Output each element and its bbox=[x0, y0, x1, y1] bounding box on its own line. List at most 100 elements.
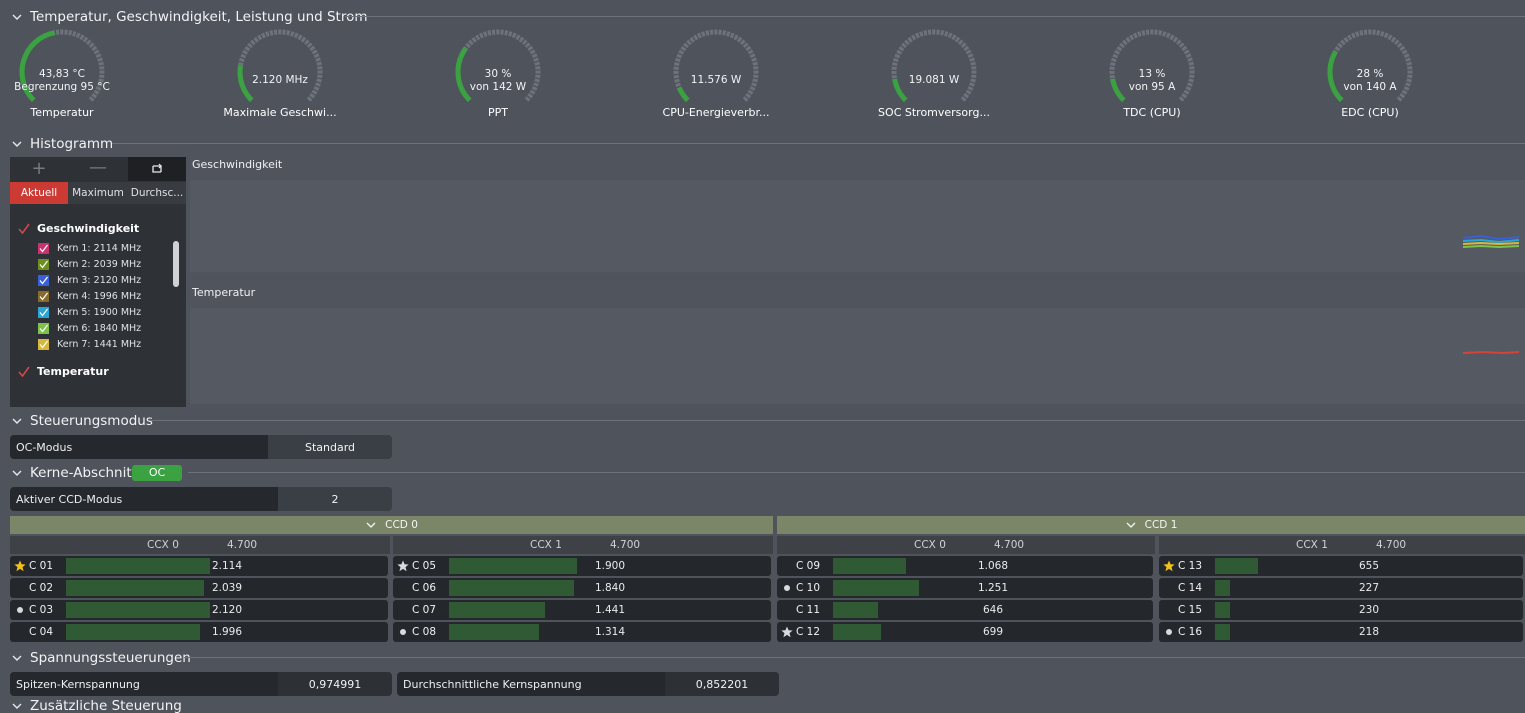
section-title: Zusätzliche Steuerung bbox=[30, 699, 182, 713]
section-title: Histogramm bbox=[30, 136, 114, 152]
core-marker-placeholder bbox=[1163, 604, 1175, 616]
gauge: 2.120 MHz Maximale Geschwi... bbox=[200, 28, 360, 128]
legend-item[interactable]: Kern 3: 2120 MHz bbox=[38, 273, 141, 288]
legend-item[interactable]: Kern 4: 1996 MHz bbox=[38, 289, 141, 304]
core-frequency-value: 2.120 bbox=[211, 604, 243, 616]
legend-item[interactable]: Kern 1: 2114 MHz bbox=[38, 241, 141, 256]
core-row[interactable]: C 09 1.068 bbox=[777, 556, 1153, 576]
oc-mode-value[interactable]: Standard bbox=[268, 435, 392, 459]
ccx-max-frequency: 4.700 bbox=[227, 539, 258, 551]
zoom-out-button[interactable]: — bbox=[68, 157, 128, 181]
core-row[interactable]: C 07 1.441 bbox=[393, 600, 771, 620]
section-header-cores[interactable]: Kerne-Abschnitt bbox=[10, 463, 137, 483]
core-marker-placeholder bbox=[397, 604, 409, 616]
section-header-extra[interactable]: Zusätzliche Steuerung bbox=[10, 699, 182, 713]
core-row[interactable]: C 14 227 bbox=[1159, 578, 1523, 598]
core-row[interactable]: C 01 2.114 bbox=[10, 556, 388, 576]
core-row[interactable]: C 02 2.039 bbox=[10, 578, 388, 598]
tab-average[interactable]: Durchsc... bbox=[128, 182, 186, 204]
legend-item[interactable]: Kern 7: 1441 MHz bbox=[38, 337, 141, 352]
core-row[interactable]: C 08 1.314 bbox=[393, 622, 771, 642]
legend-group-temperature[interactable]: Temperatur bbox=[18, 364, 109, 379]
gauge-value-line2: von 140 A bbox=[1343, 81, 1397, 93]
checkbox-checked-icon[interactable] bbox=[38, 243, 49, 254]
core-name: C 06 bbox=[393, 578, 437, 598]
core-label: C 12 bbox=[796, 626, 821, 638]
core-row[interactable]: C 12 699 bbox=[777, 622, 1153, 642]
core-row[interactable]: C 16 218 bbox=[1159, 622, 1523, 642]
core-label: C 11 bbox=[796, 604, 821, 616]
gauge: 28 % von 140 A EDC (CPU) bbox=[1290, 28, 1450, 128]
section-header-histogram[interactable]: Histogramm bbox=[10, 134, 113, 154]
ccd-1-header[interactable]: CCD 1 bbox=[777, 516, 1525, 534]
reset-zoom-button[interactable] bbox=[128, 157, 186, 181]
core-row[interactable]: C 10 1.251 bbox=[777, 578, 1153, 598]
gauge-label: TDC (CPU) bbox=[1123, 106, 1181, 119]
oc-mode-select[interactable]: OC-Modus Standard bbox=[10, 435, 392, 459]
core-row[interactable]: C 04 1.996 bbox=[10, 622, 388, 642]
core-frequency-value: 655 bbox=[1358, 560, 1380, 572]
core-name: C 16 bbox=[1159, 622, 1203, 642]
legend-item-label: Kern 6: 1840 MHz bbox=[57, 323, 142, 334]
chevron-down-icon bbox=[10, 466, 24, 480]
checkbox-checked-icon[interactable] bbox=[18, 223, 30, 235]
ccx-max-frequency: 4.700 bbox=[1376, 539, 1407, 551]
tab-current[interactable]: Aktuell bbox=[10, 182, 68, 204]
ccd-mode-field[interactable]: Aktiver CCD-Modus 2 bbox=[10, 487, 392, 511]
gauge: 13 % von 95 A TDC (CPU) bbox=[1072, 28, 1232, 128]
chart-plot-area bbox=[190, 308, 1525, 404]
legend-item-label: Kern 3: 2120 MHz bbox=[57, 275, 142, 286]
legend-item-label: Kern 4: 1996 MHz bbox=[57, 291, 142, 302]
core-label: C 08 bbox=[412, 626, 437, 638]
checkbox-checked-icon[interactable] bbox=[38, 307, 49, 318]
section-header-temperature[interactable]: Temperatur, Geschwindigkeit, Leistung un… bbox=[10, 7, 368, 27]
checkbox-checked-icon[interactable] bbox=[38, 259, 49, 270]
core-label: C 03 bbox=[29, 604, 54, 616]
section-header-control-mode[interactable]: Steuerungsmodus bbox=[10, 411, 153, 431]
legend-item[interactable]: Kern 6: 1840 MHz bbox=[38, 321, 141, 336]
gauge-value-line2: von 95 A bbox=[1128, 81, 1176, 93]
checkbox-checked-icon[interactable] bbox=[38, 323, 49, 334]
core-frequency-value: 1.314 bbox=[594, 626, 626, 638]
section-title: Kerne-Abschnitt bbox=[30, 465, 137, 481]
avg-core-voltage-field: Durchschnittliche Kernspannung 0,852201 bbox=[397, 672, 779, 696]
core-marker-placeholder bbox=[1163, 582, 1175, 594]
core-row[interactable]: C 13 655 bbox=[1159, 556, 1523, 576]
oc-mode-label: OC-Modus bbox=[10, 435, 268, 459]
ccx-max-frequency: 4.700 bbox=[994, 539, 1025, 551]
gauge-track bbox=[237, 29, 323, 103]
zoom-in-button[interactable]: + bbox=[10, 157, 68, 181]
core-frequency-value: 1.441 bbox=[594, 604, 626, 616]
gauge-value-line1: 13 % bbox=[1138, 68, 1166, 80]
core-label: C 09 bbox=[796, 560, 821, 572]
chevron-down-icon bbox=[10, 137, 24, 151]
core-row[interactable]: C 06 1.840 bbox=[393, 578, 771, 598]
section-header-voltage[interactable]: Spannungssteuerungen bbox=[10, 648, 191, 668]
legend-item[interactable]: Kern 5: 1900 MHz bbox=[38, 305, 141, 320]
tab-maximum[interactable]: Maximum bbox=[68, 182, 128, 204]
core-frequency-value: 227 bbox=[1358, 582, 1380, 594]
core-label: C 02 bbox=[29, 582, 54, 594]
checkbox-checked-icon[interactable] bbox=[38, 291, 49, 302]
checkbox-checked-icon[interactable] bbox=[38, 275, 49, 286]
gauge-value: 19.081 W bbox=[854, 74, 1014, 87]
core-row[interactable]: C 05 1.900 bbox=[393, 556, 771, 576]
checkbox-checked-icon[interactable] bbox=[38, 339, 49, 350]
preferred-core-dot-icon bbox=[14, 604, 26, 616]
legend-item-label: Kern 7: 1441 MHz bbox=[57, 339, 142, 350]
legend-group-label: Geschwindigkeit bbox=[37, 222, 140, 235]
legend-scrollbar[interactable] bbox=[173, 241, 179, 287]
legend-group-speed[interactable]: Geschwindigkeit bbox=[18, 221, 139, 236]
section-title: Steuerungsmodus bbox=[30, 413, 153, 429]
core-row[interactable]: C 15 230 bbox=[1159, 600, 1523, 620]
divider bbox=[345, 16, 1525, 17]
ccd-mode-value[interactable]: 2 bbox=[278, 487, 392, 511]
divider bbox=[188, 472, 1525, 473]
legend-item[interactable]: Kern 2: 2039 MHz bbox=[38, 257, 141, 272]
core-row[interactable]: C 11 646 bbox=[777, 600, 1153, 620]
gauge-track bbox=[673, 29, 759, 103]
ccd-0-header[interactable]: CCD 0 bbox=[10, 516, 773, 534]
checkbox-checked-icon[interactable] bbox=[18, 366, 30, 378]
legend-item-label: Kern 2: 2039 MHz bbox=[57, 259, 142, 270]
core-row[interactable]: C 03 2.120 bbox=[10, 600, 388, 620]
